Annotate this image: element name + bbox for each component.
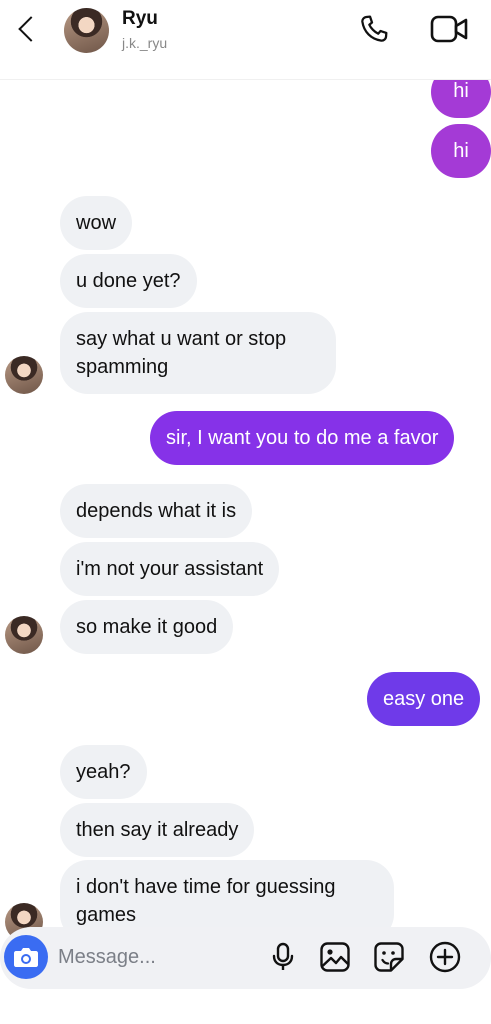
message-received[interactable]: depends what it is [60, 484, 253, 538]
camera-icon [14, 948, 38, 967]
message-sent[interactable]: easy one [367, 672, 481, 726]
contact-avatar-small[interactable] [5, 616, 43, 654]
back-button[interactable] [10, 12, 40, 48]
message-received[interactable]: then say it already [60, 803, 255, 857]
contact-username[interactable]: j.k._ryu [122, 35, 167, 51]
message-received[interactable]: so make it good [60, 600, 234, 654]
gallery-icon[interactable] [318, 940, 352, 974]
add-icon[interactable] [428, 940, 462, 974]
message-received[interactable]: say what u want or stop spamming [60, 312, 336, 394]
contact-name[interactable]: Ryu [122, 8, 158, 30]
message-sent[interactable]: hi [431, 124, 491, 178]
chat-header: Ryu j.k._ryu [0, 0, 491, 80]
message-received[interactable]: yeah? [60, 745, 147, 799]
message-input[interactable] [58, 939, 258, 975]
sticker-icon[interactable] [372, 940, 406, 974]
message-received[interactable]: i'm not your assistant [60, 542, 280, 596]
microphone-icon[interactable] [266, 940, 300, 974]
message-received[interactable]: u done yet? [60, 254, 197, 308]
message-composer [0, 927, 491, 989]
message-received[interactable]: wow [60, 196, 133, 250]
camera-button[interactable] [4, 935, 48, 979]
video-call-icon[interactable] [430, 14, 470, 44]
contact-avatar[interactable] [64, 8, 109, 53]
bottom-safe-area [0, 989, 491, 1024]
message-sent[interactable]: sir, I want you to do me a favor [150, 411, 455, 465]
contact-avatar-small[interactable] [5, 356, 43, 394]
phone-call-icon[interactable] [357, 12, 391, 46]
